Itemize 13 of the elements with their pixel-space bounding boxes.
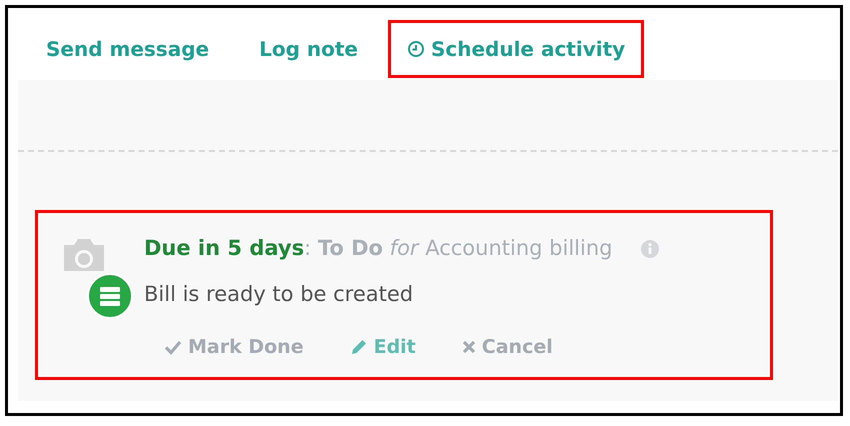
info-icon[interactable]: [640, 239, 660, 259]
tab[interactable]: Log note: [259, 20, 358, 78]
pencil-icon: [350, 338, 368, 356]
list-icon: [87, 273, 133, 319]
clock-icon: [406, 40, 425, 58]
close-icon: [462, 340, 476, 354]
activity-note: Bill is ready to be created: [144, 281, 414, 308]
due-date-text: Due in 5 days: [144, 235, 304, 262]
activity-summary: : To Do for Accounting billing: [304, 235, 612, 262]
action-button[interactable]: Edit: [350, 332, 416, 361]
tab[interactable]: Send message: [46, 20, 210, 78]
tab[interactable]: Schedule activity: [388, 20, 644, 78]
check-icon: [164, 338, 182, 355]
